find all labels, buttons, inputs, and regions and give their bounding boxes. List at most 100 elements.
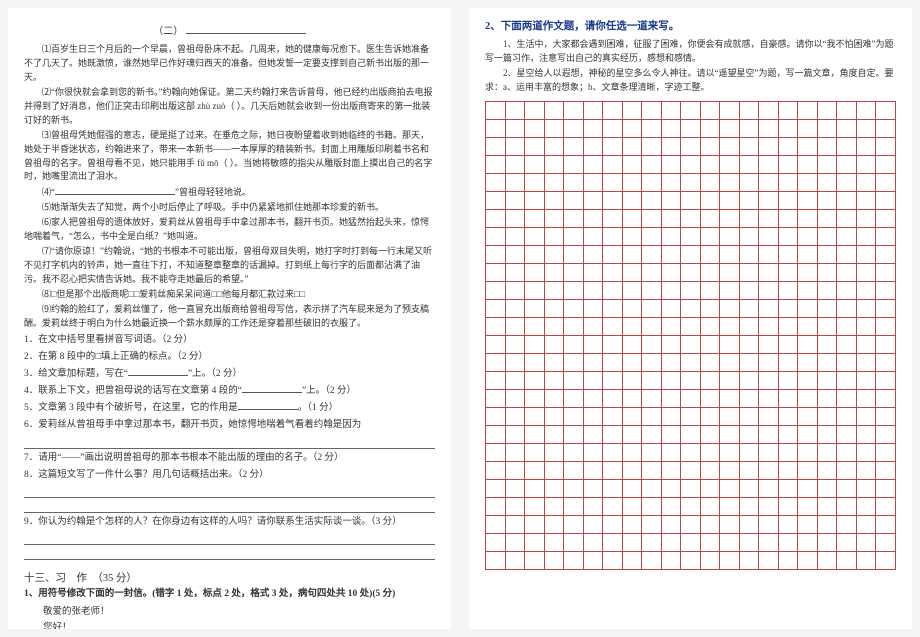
- grid-cell: [837, 138, 857, 156]
- grid-cell: [779, 192, 799, 210]
- grid-cell: [759, 534, 779, 552]
- grid-cell: [642, 516, 662, 534]
- grid-cell: [642, 210, 662, 228]
- grid-cell: [876, 534, 896, 552]
- grid-cell: [603, 300, 623, 318]
- grid-cell: [525, 390, 545, 408]
- grid-cell: [759, 498, 779, 516]
- grid-cell: [662, 138, 682, 156]
- grid-cell: [720, 102, 740, 120]
- grid-cell: [681, 336, 701, 354]
- grid-cell: [837, 156, 857, 174]
- grid-cell: [876, 444, 896, 462]
- question-5: 5．文章第 3 段中有个破折号，在这里，它的作用是。（1 分）: [24, 400, 435, 416]
- grid-cell: [623, 120, 643, 138]
- grid-cell: [681, 552, 701, 570]
- grid-cell: [623, 498, 643, 516]
- grid-cell: [740, 498, 760, 516]
- grid-cell: [486, 192, 506, 210]
- grid-cell: [681, 282, 701, 300]
- grid-cell: [759, 480, 779, 498]
- grid-cell: [603, 552, 623, 570]
- grid-cell: [876, 210, 896, 228]
- p4-blank: [55, 185, 175, 195]
- grid-cell: [642, 120, 662, 138]
- grid-cell: [779, 174, 799, 192]
- grid-cell: [506, 408, 526, 426]
- grid-cell: [642, 462, 662, 480]
- grid-cell: [662, 516, 682, 534]
- grid-cell: [837, 318, 857, 336]
- grid-cell: [584, 462, 604, 480]
- grid-cell: [525, 138, 545, 156]
- grid-cell: [759, 372, 779, 390]
- grid-cell: [506, 300, 526, 318]
- letter-task-title: 1、用符号修改下面的一封信。(错字 1 处，标点 2 处，格式 3 处，病句四处…: [24, 586, 435, 602]
- grid-cell: [681, 408, 701, 426]
- grid-cell: [486, 120, 506, 138]
- grid-cell: [857, 390, 877, 408]
- grid-cell: [525, 228, 545, 246]
- grid-cell: [759, 138, 779, 156]
- grid-cell: [779, 372, 799, 390]
- grid-cell: [837, 228, 857, 246]
- q4-post: ”上。（2 分）: [302, 386, 356, 396]
- grid-cell: [779, 462, 799, 480]
- grid-cell: [525, 552, 545, 570]
- grid-cell: [876, 426, 896, 444]
- grid-cell: [740, 552, 760, 570]
- grid-cell: [857, 102, 877, 120]
- grid-cell: [876, 138, 896, 156]
- grid-cell: [740, 390, 760, 408]
- grid-cell: [837, 408, 857, 426]
- grid-cell: [740, 426, 760, 444]
- question-2: 2．在第 8 段中的□填上正确的标点。（2 分）: [24, 349, 435, 365]
- grid-cell: [818, 102, 838, 120]
- grid-cell: [779, 120, 799, 138]
- grid-cell: [798, 498, 818, 516]
- grid-cell: [525, 516, 545, 534]
- grid-cell: [701, 516, 721, 534]
- grid-cell: [564, 408, 584, 426]
- passage-p1: ⑴百岁生日三个月后的一个早晨，曾祖母卧床不起。几周来，她的健康每况愈下。医生告诉…: [24, 43, 435, 85]
- grid-cell: [564, 498, 584, 516]
- grid-cell: [857, 264, 877, 282]
- grid-cell: [759, 552, 779, 570]
- grid-cell: [740, 444, 760, 462]
- grid-cell: [525, 300, 545, 318]
- grid-cell: [681, 246, 701, 264]
- grid-cell: [857, 462, 877, 480]
- grid-cell: [623, 372, 643, 390]
- grid-cell: [857, 228, 877, 246]
- grid-cell: [740, 282, 760, 300]
- grid-cell: [818, 498, 838, 516]
- grid-cell: [506, 246, 526, 264]
- grid-cell: [642, 354, 662, 372]
- grid-cell: [662, 120, 682, 138]
- grid-cell: [837, 534, 857, 552]
- grid-cell: [740, 228, 760, 246]
- grid-cell: [564, 102, 584, 120]
- grid-cell: [818, 228, 838, 246]
- grid-cell: [564, 534, 584, 552]
- grid-cell: [681, 300, 701, 318]
- grid-cell: [584, 228, 604, 246]
- grid-cell: [681, 102, 701, 120]
- essay-grid: [485, 101, 896, 570]
- grid-cell: [701, 246, 721, 264]
- grid-cell: [798, 336, 818, 354]
- q6-answer-line: [24, 435, 435, 449]
- grid-cell: [584, 408, 604, 426]
- grid-cell: [662, 336, 682, 354]
- grid-cell: [720, 480, 740, 498]
- right-column: 2、下面两道作文题，请你任选一道来写。 1、生活中，大家都会遇到困难，征服了困难…: [469, 8, 912, 629]
- grid-cell: [564, 138, 584, 156]
- grid-cell: [798, 552, 818, 570]
- grid-cell: [525, 444, 545, 462]
- grid-cell: [818, 462, 838, 480]
- q9-answer-line-1: [24, 531, 435, 545]
- grid-cell: [545, 300, 565, 318]
- grid-cell: [545, 318, 565, 336]
- grid-cell: [876, 228, 896, 246]
- grid-cell: [642, 246, 662, 264]
